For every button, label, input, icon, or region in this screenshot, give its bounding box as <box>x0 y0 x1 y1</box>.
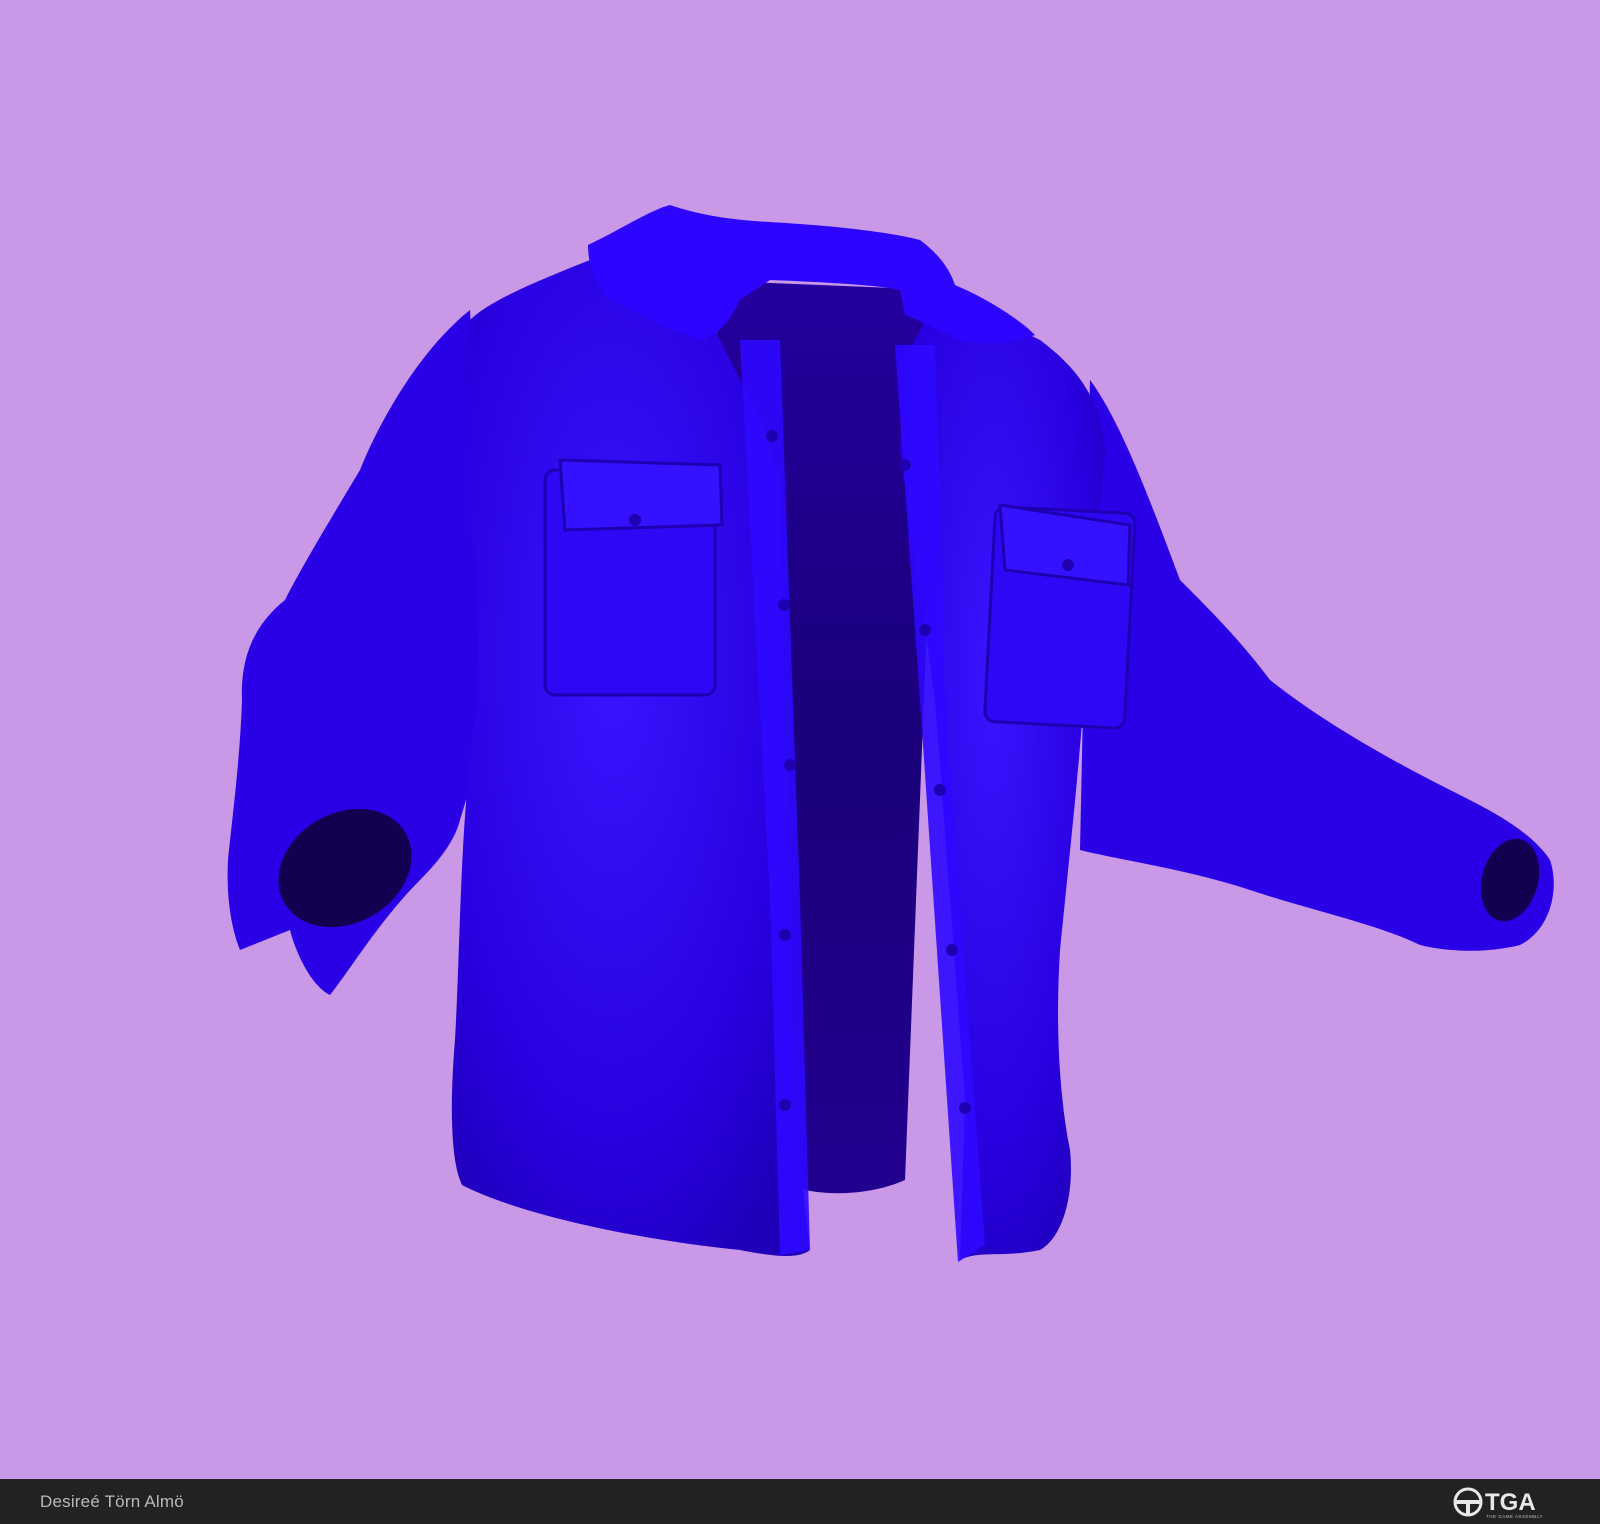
left-pocket-flap <box>558 458 724 532</box>
button <box>919 624 931 636</box>
left-pocket-button <box>629 514 641 526</box>
artist-name: Desireé Törn Almö <box>40 1492 184 1511</box>
button <box>778 599 790 611</box>
button <box>899 459 911 471</box>
button <box>959 1102 971 1114</box>
button <box>779 1099 791 1111</box>
tga-logo-text: TGA <box>1485 1489 1536 1516</box>
tga-logo-subtext: THE GAME ASSEMBLY <box>1486 1514 1543 1519</box>
right-pocket-button <box>1062 559 1074 571</box>
button <box>766 430 778 442</box>
button <box>934 784 946 796</box>
footer-bar: Desireé Törn Almö TGA THE GAME ASSEMBLY <box>0 1479 1600 1524</box>
tga-logo: TGA THE GAME ASSEMBLY <box>1453 1487 1543 1519</box>
button <box>779 929 791 941</box>
jacket-render <box>0 0 1600 1479</box>
button <box>784 759 796 771</box>
button <box>946 944 958 956</box>
artwork-canvas <box>0 0 1600 1479</box>
